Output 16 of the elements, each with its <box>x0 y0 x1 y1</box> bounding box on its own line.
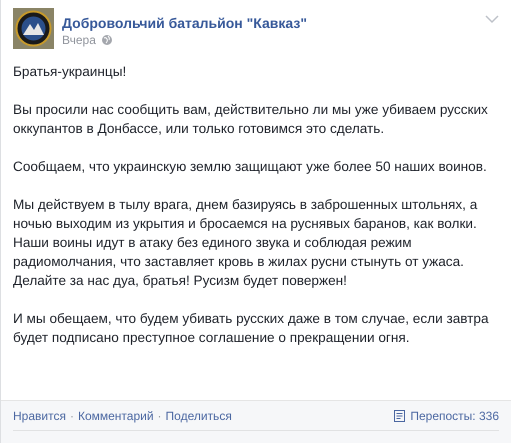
action-link[interactable]: Комментарий <box>78 408 154 422</box>
separator-dot: · <box>158 408 162 422</box>
post-time[interactable]: Вчера <box>62 32 96 48</box>
post-paragraph: И мы обещаем, что будем убивать русских даже в том случае, если завтра будет подписано преступное соглашение о прекращении огня. <box>13 310 490 347</box>
separator-dot: · <box>70 408 74 422</box>
share-icon <box>394 410 406 422</box>
action-link[interactable]: Нравится <box>13 408 66 422</box>
avatar-icon[interactable] <box>13 8 54 49</box>
reposts-link[interactable]: Перепосты: 336 <box>410 408 499 422</box>
post-paragraph: Сообщаем, что украинскую землю защищают уже более 50 наших воинов. <box>13 158 488 176</box>
post-paragraph: Мы действуем в тылу врага, днем базируясь в заброшенных штольнях, а ночью выходим из укрытия и бросаемся на руснявых баранов, как волки. Наши воины идут в атаку без единого звука и соблюдая режим радиомолчания, что заставляет кровь в жилах русни стынуть от ужаса. Делайте за нас дуа, братья! Русизм будет повержен! <box>13 196 478 290</box>
post-paragraph: Братья-украинцы! <box>13 63 128 81</box>
page-name-link[interactable]: Добровольчий батальйон "Кавказ" <box>62 14 477 32</box>
globe-icon <box>102 35 112 45</box>
post-paragraph: Вы просили нас сообщить вам, действительно ли мы уже убиваем русских оккупантов в Донбассе, или только готовимся это сделать. <box>13 101 489 138</box>
action-link[interactable]: Поделиться <box>166 408 232 422</box>
